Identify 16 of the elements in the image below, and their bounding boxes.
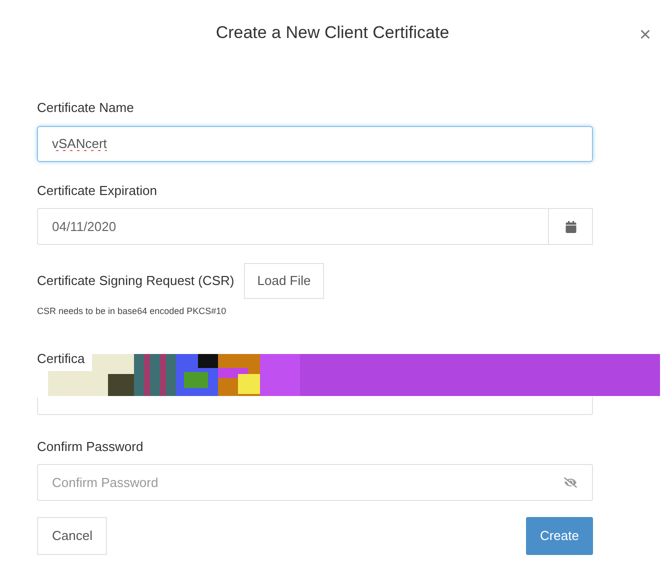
dialog-title: Create a New Client Certificate [216, 22, 450, 44]
field-label: Certificate Name [37, 99, 135, 117]
calendar-icon [564, 220, 576, 232]
load-file-button[interactable]: Load File [244, 263, 324, 299]
eye-slash-icon [564, 476, 577, 489]
close-button[interactable]: × [635, 20, 655, 50]
calendar-button[interactable] [549, 208, 593, 245]
field-label: Certificate Signing Request (CSR) [37, 272, 234, 290]
field-label: Certificate Expiration [37, 182, 158, 200]
field-label: Certifica [37, 350, 85, 366]
hint-text: CSR needs to be in base64 encoded PKCS#10 [37, 305, 228, 318]
cancel-button[interactable]: Cancel [37, 517, 108, 555]
input-field[interactable]: vSANcert [37, 126, 593, 162]
field-label: Confirm Password [37, 438, 144, 456]
password-field[interactable]: Confirm Password [37, 464, 593, 501]
date-field[interactable]: 04/11/2020 [37, 208, 549, 245]
